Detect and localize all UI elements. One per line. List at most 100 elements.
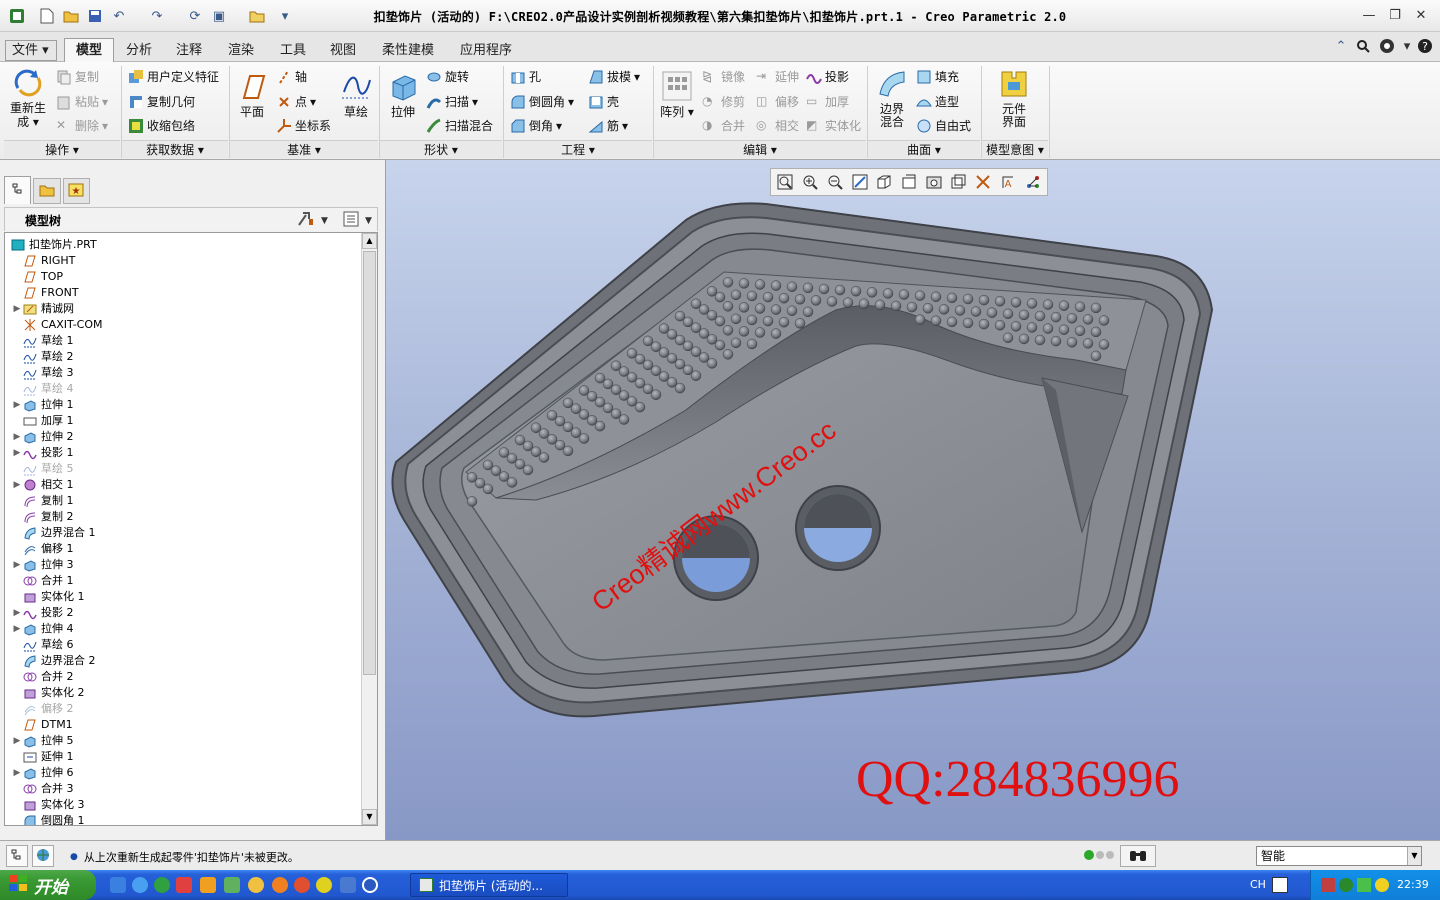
tab-analysis[interactable]: 分析 [120,41,158,61]
tab-flexible-modeling[interactable]: 柔性建模 [376,41,440,61]
quicklaunch-game-icon[interactable] [294,877,310,893]
tree-item[interactable]: 实体化 1 [11,589,85,605]
tree-item[interactable]: 实体化 3 [11,797,85,813]
tree-item[interactable]: ▶ 拉伸 2 [11,429,74,445]
expand-arrow-icon[interactable]: ▶ [11,477,23,493]
help-icon[interactable]: ? [1416,37,1434,55]
expand-arrow-icon[interactable]: ▶ [11,445,23,461]
quicklaunch-folder-icon[interactable] [340,877,356,893]
tab-model[interactable]: 模型 [64,38,114,62]
group-shapes[interactable]: 形状 ▾ [380,140,502,158]
trim-button[interactable]: ◔ 修剪 [702,93,745,110]
input-language[interactable]: CH [1250,878,1266,891]
chamfer-button[interactable]: 倒角 ▾ [510,117,562,134]
offset-button[interactable]: ◫ 偏移 [756,93,799,110]
swept-blend-button[interactable]: 扫描混合 [426,117,493,134]
shell-button[interactable]: 壳 [588,93,619,110]
intersect-button[interactable]: ◎ 相交 [756,117,799,134]
quicklaunch-notes-icon[interactable] [224,877,240,893]
tree-item[interactable]: ▶ 拉伸 1 [11,397,74,413]
sketch-button[interactable]: 草绘 [338,70,374,119]
quicklaunch-360-icon[interactable] [154,877,170,893]
tree-item[interactable]: 加厚 1 [11,413,74,429]
tree-item[interactable]: 边界混合 1 [11,525,96,541]
style-button[interactable]: 造型 [916,93,959,110]
group-datum[interactable]: 基准 ▾ [230,140,378,158]
quicklaunch-media-icon[interactable] [272,877,288,893]
tree-scrollbar[interactable]: ▲ ▼ [361,233,377,825]
rib-button[interactable]: 筋 ▾ [588,117,628,134]
expand-arrow-icon[interactable]: ▶ [11,429,23,445]
tree-item[interactable]: 延伸 1 [11,749,74,765]
tree-item[interactable]: 偏移 2 [11,701,74,717]
csys-button[interactable]: 坐标系 [276,117,331,134]
show-menu-button[interactable]: ▼ [343,211,372,230]
expand-arrow-icon[interactable]: ▶ [11,765,23,781]
tray-plus-icon[interactable] [1375,878,1389,892]
sweep-button[interactable]: 扫描 ▾ [426,93,478,110]
tree-item[interactable]: 草绘 4 [11,381,74,397]
tree-item[interactable]: 草绘 6 [11,637,74,653]
axis-button[interactable]: 轴 [276,68,307,85]
component-interface-button[interactable]: 元件界面 [996,68,1032,129]
tray-network-icon[interactable] [1321,878,1335,892]
tray-security-icon[interactable] [1339,878,1353,892]
group-operations[interactable]: 操作 ▾ [4,140,120,158]
thicken-button[interactable]: ▭ 加厚 [806,93,849,110]
graphics-window[interactable]: A Creo精诚网www.Creo.cc QQ:284836996 [386,160,1440,840]
quicklaunch-warning-icon[interactable] [200,877,216,893]
selection-filter-select[interactable]: 智能 ▼ [1256,846,1422,866]
restore-icon[interactable]: ❐ [1384,6,1406,24]
extend-button[interactable]: ⇥ 延伸 [756,68,799,85]
community-icon[interactable] [1378,37,1396,55]
collapse-ribbon-icon[interactable]: ⌃ [1332,37,1350,55]
regenerate-button[interactable]: 重新生成 ▾ [8,66,48,129]
tree-item[interactable]: ▶ 精诚网 [11,301,74,317]
point-button[interactable]: 点 ▾ [276,93,316,110]
tree-item[interactable]: ▶ 投影 1 [11,445,74,461]
quicklaunch-desktop-icon[interactable] [110,877,126,893]
tree-item[interactable]: 复制 2 [11,509,74,525]
tree-item[interactable]: RIGHT [11,253,75,269]
pattern-button[interactable]: 阵列 ▾ [660,70,694,119]
shrinkwrap-button[interactable]: 收缩包络 [128,117,195,134]
tree-item[interactable]: 偏移 1 [11,541,74,557]
tree-item[interactable]: 倒圆角 1 [11,813,85,825]
draft-button[interactable]: 拔模 ▾ [588,68,640,85]
search-icon[interactable] [1354,37,1372,55]
extrude-button[interactable]: 拉伸 [386,70,420,119]
group-get-data[interactable]: 获取数据 ▾ [122,140,228,158]
folder-browser-tab[interactable] [33,178,61,204]
tree-item[interactable]: ▶ 拉伸 5 [11,733,74,749]
quicklaunch-ie-icon[interactable] [132,877,148,893]
expand-arrow-icon[interactable]: ▶ [11,605,23,621]
tree-item[interactable]: TOP [11,269,63,285]
tree-root-part[interactable]: 扣垫饰片.PRT [7,237,97,253]
expand-arrow-icon[interactable]: ▶ [11,557,23,573]
quicklaunch-qq-icon[interactable] [248,877,264,893]
community-dropdown-icon[interactable]: ▾ [1398,37,1416,55]
tab-render[interactable]: 渲染 [222,41,260,61]
tree-item[interactable]: 草绘 3 [11,365,74,381]
tree-item[interactable]: ▶ 拉伸 3 [11,557,74,573]
tree-item[interactable]: CAXIT-COM [11,317,103,333]
scroll-up-icon[interactable]: ▲ [362,233,377,249]
copy-button[interactable]: 复制 [56,68,99,85]
quicklaunch-app-icon[interactable] [176,877,192,893]
tab-file[interactable]: 文件 ▾ [5,40,57,61]
expand-arrow-icon[interactable]: ▶ [11,733,23,749]
boundary-blend-button[interactable]: 边界混合 [874,68,910,129]
quicklaunch-k-icon[interactable] [362,877,378,893]
tree-item[interactable]: FRONT [11,285,79,301]
tree-item[interactable]: 边界混合 2 [11,653,96,669]
quicklaunch-plus-icon[interactable] [316,877,332,893]
tree-item[interactable]: ▶ 拉伸 6 [11,765,74,781]
scrollbar-thumb[interactable] [363,251,376,675]
close-icon[interactable]: ✕ [1410,6,1432,24]
tree-item[interactable]: 复制 1 [11,493,74,509]
group-editing[interactable]: 编辑 ▾ [654,140,866,158]
group-surfaces[interactable]: 曲面 ▾ [868,140,980,158]
ime-icon[interactable] [1272,877,1288,893]
delete-button[interactable]: ✕ 删除 ▾ [56,117,108,134]
tree-item[interactable]: ▶ 拉伸 4 [11,621,74,637]
